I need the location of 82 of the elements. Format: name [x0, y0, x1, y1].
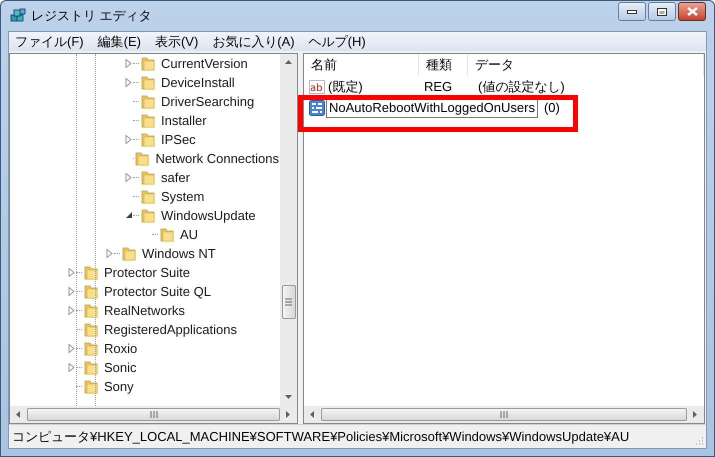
column-header[interactable]: 名前 [304, 54, 419, 76]
collapse-arrow-icon[interactable] [125, 211, 133, 220]
folder-icon [140, 94, 156, 110]
tree-item[interactable]: DeviceInstall [160, 72, 236, 92]
tree-item[interactable]: Sonic [103, 358, 138, 378]
vertical-scrollbar[interactable] [280, 54, 297, 406]
tree-item[interactable]: DriverSearching [160, 92, 256, 112]
tree-item[interactable]: Protector Suite QL [103, 282, 212, 302]
folder-icon [83, 340, 99, 356]
expand-arrow-icon[interactable] [68, 344, 76, 353]
horizontal-scrollbar[interactable] [304, 406, 704, 423]
tree-item[interactable]: Sony [103, 376, 135, 396]
tree-item[interactable]: Windows NT [141, 244, 217, 264]
folder-icon [121, 246, 137, 262]
expand-arrow-icon[interactable] [125, 78, 133, 87]
value-name: (既定) [328, 78, 364, 96]
value-type: REG [424, 78, 454, 96]
scroll-left-icon[interactable] [308, 410, 317, 419]
tree-item[interactable]: safer [160, 168, 191, 188]
folder-icon [140, 112, 156, 128]
maximize-icon [657, 8, 667, 16]
folder-icon [140, 208, 156, 224]
tree-item[interactable]: Installer [160, 110, 208, 130]
folder-icon [140, 74, 156, 90]
registry-cubes-icon [10, 8, 26, 24]
tree-item[interactable]: IPSec [160, 130, 197, 150]
grip-icon [150, 411, 158, 418]
column-header[interactable]: 種類 [419, 54, 468, 76]
folder-icon [83, 378, 99, 394]
close-button[interactable] [678, 2, 706, 21]
scroll-up-icon[interactable] [284, 58, 293, 67]
tree-item[interactable]: AU [179, 224, 200, 244]
expand-arrow-icon[interactable] [125, 135, 133, 144]
expand-arrow-icon[interactable] [106, 249, 114, 258]
close-icon [686, 7, 698, 16]
folder-icon [83, 322, 99, 338]
folder-icon [134, 150, 150, 166]
tree-item[interactable]: CurrentVersion [160, 54, 249, 74]
tree-item[interactable]: WindowsUpdate [160, 206, 257, 226]
expand-arrow-icon[interactable] [68, 363, 76, 372]
menu-item[interactable]: 編集(E) [98, 32, 141, 52]
tree-item[interactable]: Network Connections [154, 148, 280, 168]
tree-item[interactable]: RealNetworks [103, 300, 186, 320]
tree-item[interactable]: RegisteredApplications [103, 320, 238, 340]
tree-item[interactable]: System [160, 186, 206, 206]
maximize-button[interactable] [648, 2, 676, 21]
folder-icon [83, 302, 99, 318]
folder-icon [140, 56, 156, 72]
tree-item[interactable]: Protector Suite [103, 262, 191, 282]
folder-icon [83, 284, 99, 300]
menu-item[interactable]: ヘルプ(H) [308, 32, 366, 52]
value-data: (0) [544, 98, 560, 117]
status-bar-path: コンピュータ¥HKEY_LOCAL_MACHINE¥SOFTWARE¥Policies¥Microsoft¥Windows¥WindowsUpdate¥AU [12, 428, 630, 446]
column-header[interactable]: データ [468, 54, 704, 76]
grip-icon [500, 411, 508, 418]
folder-icon [140, 170, 156, 186]
scrollbar-thumb[interactable] [321, 408, 687, 421]
minimize-button[interactable] [618, 2, 646, 21]
folder-icon [140, 188, 156, 204]
folder-icon [83, 360, 99, 376]
value-data: (値の設定なし) [478, 78, 565, 96]
scrollbar-thumb[interactable] [282, 285, 296, 319]
menu-item[interactable]: 表示(V) [154, 32, 198, 52]
menu-item[interactable]: ファイル(F) [15, 32, 84, 52]
scroll-left-icon[interactable] [14, 410, 23, 419]
minimize-icon [627, 10, 637, 14]
tree-item[interactable]: Roxio [103, 338, 138, 358]
expand-arrow-icon[interactable] [125, 59, 133, 68]
horizontal-scrollbar[interactable] [10, 406, 297, 423]
expand-arrow-icon[interactable] [68, 287, 76, 296]
folder-icon [140, 132, 156, 148]
expand-arrow-icon[interactable] [68, 306, 76, 315]
window-title: レジストリ エディタ [31, 7, 152, 26]
string-value-icon: ab [309, 78, 325, 94]
folder-icon [159, 226, 175, 242]
folder-icon [83, 264, 99, 280]
grip-icon [285, 298, 292, 306]
expand-arrow-icon[interactable] [125, 173, 133, 182]
resize-grip-icon[interactable] [694, 436, 704, 446]
scrollbar-thumb[interactable] [27, 408, 280, 421]
menu-item[interactable]: お気に入り(A) [212, 32, 295, 52]
expand-arrow-icon[interactable] [68, 268, 76, 277]
